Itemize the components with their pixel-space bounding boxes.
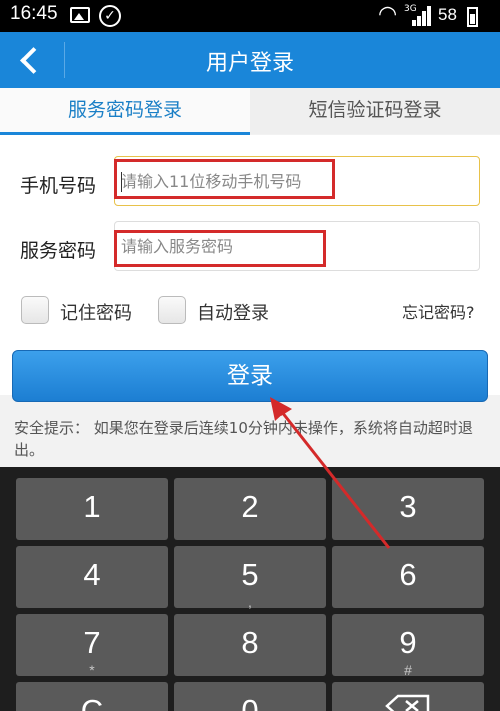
battery-icon (467, 7, 478, 27)
auto-login-checkbox[interactable] (158, 296, 186, 324)
backspace-icon (385, 694, 430, 711)
signal-icon (408, 6, 432, 26)
tab-password-login[interactable]: 服务密码登录 (0, 88, 250, 135)
key-3[interactable]: 3 (332, 478, 484, 540)
key-2[interactable]: 2 (174, 478, 326, 540)
key-clear[interactable]: C (16, 682, 168, 711)
status-bar: 16:45 ✓ ◠ 3G 58 (0, 0, 500, 32)
clock: 16:45 (10, 3, 58, 24)
key-label: 0 (241, 693, 259, 711)
key-label: 8 (241, 625, 259, 660)
key-label: 6 (399, 557, 417, 592)
image-icon (70, 7, 90, 23)
key-backspace[interactable] (332, 682, 484, 711)
key-8[interactable]: 8 (174, 614, 326, 676)
security-tip: 安全提示： 如果您在登录后连续10分钟内未操作，系统将自动超时退出。 (0, 405, 500, 467)
page-title: 用户登录 (205, 51, 294, 76)
tab-sms-login[interactable]: 短信验证码登录 (250, 88, 500, 134)
check-circle-icon: ✓ (99, 5, 121, 27)
key-9[interactable]: 9 # (332, 614, 484, 678)
key-sublabel: , (248, 594, 252, 610)
key-label: C (80, 693, 104, 711)
key-label: 1 (83, 489, 101, 524)
phone-label: 手机号码 (20, 175, 97, 197)
forgot-password-link[interactable]: 忘记密码? (402, 299, 475, 323)
login-tabs: 服务密码登录 短信验证码登录 (0, 88, 500, 135)
key-6[interactable]: 6 (332, 546, 484, 608)
password-label: 服务密码 (20, 240, 97, 262)
key-1[interactable]: 1 (16, 478, 168, 540)
key-label: 2 (241, 489, 259, 524)
key-5[interactable]: 5 , (174, 546, 326, 610)
login-button[interactable]: 登录 (12, 350, 488, 402)
key-sublabel: * (89, 662, 95, 678)
key-4[interactable]: 4 (16, 546, 168, 608)
remember-password-label: 记住密码 (60, 303, 132, 324)
key-label: 4 (83, 557, 101, 592)
key-label: 3 (399, 489, 417, 524)
auto-login-label: 自动登录 (197, 303, 269, 324)
battery-level: 58 (438, 5, 457, 24)
key-7[interactable]: 7 * (16, 614, 168, 678)
wifi-icon: ◠ (378, 2, 398, 27)
annotation-box-password (114, 230, 326, 267)
annotation-box-phone (114, 159, 335, 199)
title-bar: 用户登录 (0, 32, 500, 88)
remember-password-checkbox[interactable] (21, 296, 49, 324)
key-0[interactable]: 0 (174, 682, 326, 711)
key-sublabel: # (404, 662, 412, 678)
